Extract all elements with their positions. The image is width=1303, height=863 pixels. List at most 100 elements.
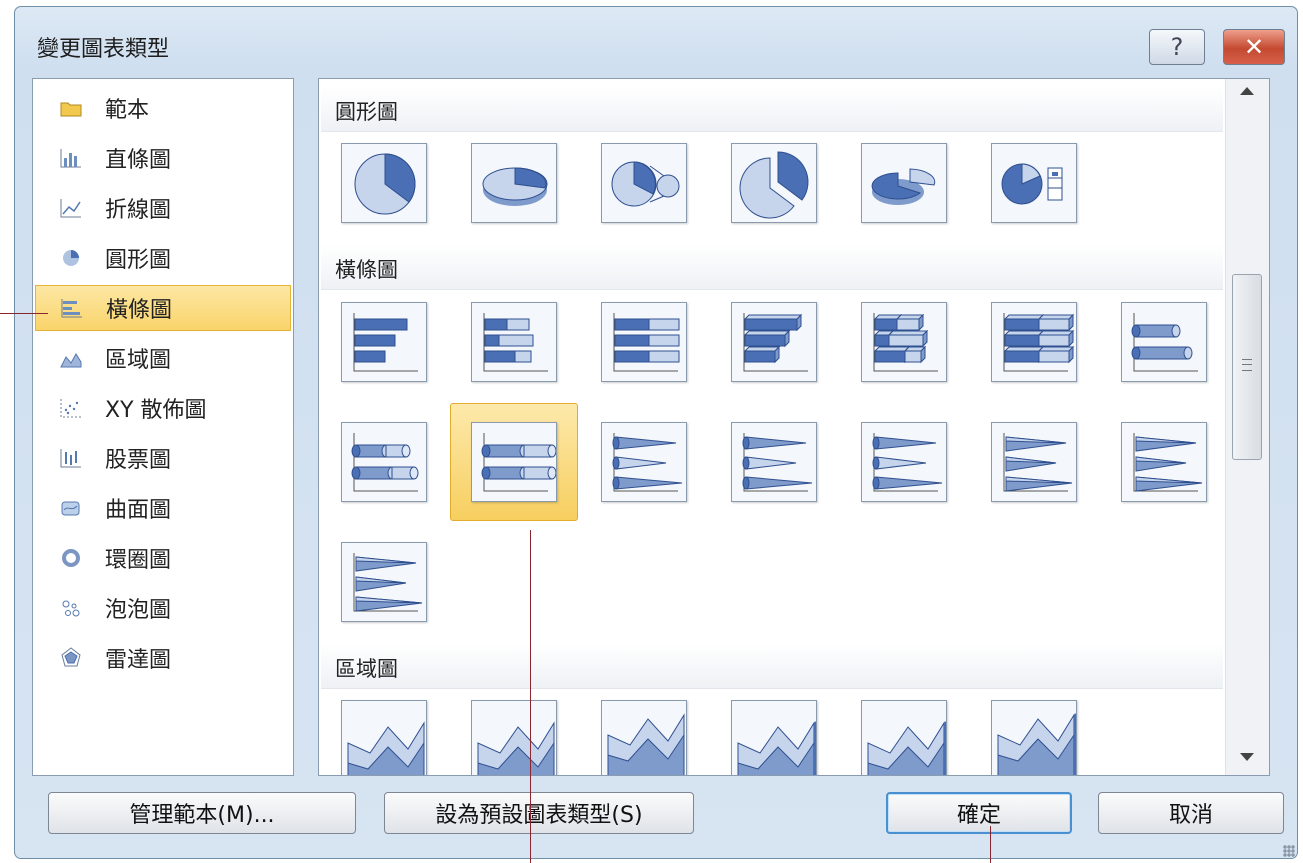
thumbnail-100-stacked-area-3d[interactable] (991, 700, 1077, 775)
thumbnail-area[interactable] (341, 700, 427, 775)
section-title: 圓形圖 (335, 100, 398, 124)
category-item-1[interactable]: 直條圖 (35, 135, 291, 181)
bar-chart-icon (60, 296, 84, 320)
area-chart-icon (59, 346, 83, 370)
100-stacked-cone-icon (872, 433, 943, 492)
thumbnail-100-stacked-bar[interactable] (601, 302, 687, 382)
category-label: 區域圖 (105, 348, 172, 373)
title-bar[interactable]: 變更圖表類型 ? ✕ (15, 7, 1297, 79)
radar-chart-icon (59, 646, 83, 670)
grip-icon (1242, 359, 1252, 371)
clustered-pyramid-icon (1003, 433, 1073, 492)
thumbnail-stacked-bar-3d[interactable] (861, 302, 947, 382)
thumbnail-100-stacked-area[interactable] (601, 700, 687, 775)
category-item-11[interactable]: 雷達圖 (35, 635, 291, 681)
category-label: XY 散佈圖 (105, 398, 207, 423)
100-stacked-area-3d-icon (997, 713, 1076, 775)
thumbnail-exploded-pie-3d[interactable] (861, 143, 947, 223)
category-label: 環圈圖 (105, 548, 172, 573)
surface-chart-icon (59, 496, 83, 520)
bubble-chart-icon (59, 596, 83, 620)
category-item-6[interactable]: XY 散佈圖 (35, 385, 291, 431)
category-item-5[interactable]: 區域圖 (35, 335, 291, 381)
thumbnail-100-stacked-pyramid[interactable] (341, 542, 427, 622)
area-3d-icon (737, 721, 816, 775)
category-label: 曲面圖 (105, 498, 172, 523)
thumbnail-stacked-pyramid[interactable] (1121, 422, 1207, 502)
thumbnail-stacked-bar[interactable] (471, 302, 557, 382)
thumbnail-clustered-pyramid[interactable] (991, 422, 1077, 502)
ok-button[interactable]: 確定 (886, 792, 1072, 834)
column-chart-icon (59, 146, 83, 170)
category-item-4[interactable]: 橫條圖 (35, 285, 291, 331)
category-item-2[interactable]: 折線圖 (35, 185, 291, 231)
stacked-area-3d-icon (867, 721, 946, 775)
set-default-chart-button[interactable]: 設為預設圖表類型(S) (384, 792, 694, 834)
clustered-cone-icon (612, 433, 683, 492)
section-title: 橫條圖 (335, 258, 398, 282)
stock-chart-icon (59, 446, 83, 470)
vertical-scrollbar[interactable] (1225, 79, 1269, 775)
manage-templates-button[interactable]: 管理範本(M)... (48, 792, 356, 834)
stacked-area-icon (477, 721, 555, 775)
clustered-bar-icon (353, 313, 418, 372)
category-item-3[interactable]: 圓形圖 (35, 235, 291, 281)
section-title: 區域圖 (335, 657, 398, 681)
pie-chart-icon (59, 246, 83, 270)
scrollbar-thumb[interactable] (1232, 274, 1262, 460)
pie-icon (354, 153, 416, 215)
category-label: 雷達圖 (105, 648, 172, 673)
thumbnail-stacked-area-3d[interactable] (861, 700, 947, 775)
thumbnail-pie-of-pie[interactable] (601, 143, 687, 223)
category-label: 股票圖 (105, 448, 172, 473)
100-stacked-bar-3d-icon (1003, 313, 1075, 372)
scroll-down-icon[interactable] (1240, 753, 1254, 761)
category-label: 折線圖 (105, 198, 172, 223)
pie-of-pie-icon (611, 161, 680, 207)
category-item-8[interactable]: 曲面圖 (35, 485, 291, 531)
cancel-button[interactable]: 取消 (1098, 792, 1284, 834)
area-icon (347, 721, 425, 775)
thumbnail-exploded-pie[interactable] (731, 143, 817, 223)
exploded-pie-3d-icon (871, 168, 936, 205)
thumbnail-stacked-area[interactable] (471, 700, 557, 775)
callout-line-subtype (530, 530, 531, 863)
category-item-0[interactable]: 範本 (35, 85, 291, 131)
stacked-bar-3d-icon (873, 313, 938, 372)
callout-line-ok (990, 826, 991, 863)
bar-of-pie-icon (1001, 163, 1063, 205)
thumbnail-pie[interactable] (341, 143, 427, 223)
thumbnail-clustered-bar-3d[interactable] (731, 302, 817, 382)
chart-category-list[interactable]: 範本 直條圖折線圖圓形圖橫條圖區域圖 XY 散佈圖 股票圖曲面圖環圈圖泡泡圖雷達圖 (32, 78, 294, 776)
close-button[interactable]: ✕ (1223, 29, 1285, 65)
thumbnail-area-3d[interactable] (731, 700, 817, 775)
clustered-cylinder-icon (1131, 313, 1198, 372)
stacked-cone-icon (742, 433, 813, 492)
thumbnail-bar-of-pie[interactable] (991, 143, 1077, 223)
help-button[interactable]: ? (1149, 29, 1205, 65)
close-icon: ✕ (1243, 33, 1265, 61)
pie-3d-icon (482, 167, 548, 206)
scroll-up-icon[interactable] (1240, 87, 1254, 95)
thumbnail-100-stacked-cone[interactable] (861, 422, 947, 502)
section-header: 圓形圖 (321, 87, 1223, 132)
thumbnail-100-stacked-cylinder[interactable] (471, 422, 557, 502)
thumbnail-stacked-cone[interactable] (731, 422, 817, 502)
category-item-7[interactable]: 股票圖 (35, 435, 291, 481)
clustered-bar-3d-icon (743, 313, 808, 372)
category-item-9[interactable]: 環圈圖 (35, 535, 291, 581)
category-item-10[interactable]: 泡泡圖 (35, 585, 291, 631)
100-stacked-cylinder-icon (481, 433, 556, 492)
chart-subtype-gallery[interactable]: 圓形圖 橫條圖 區域圖 (318, 78, 1270, 776)
thumbnail-pie-3d[interactable] (471, 143, 557, 223)
thumbnail-clustered-cone[interactable] (601, 422, 687, 502)
category-label: 橫條圖 (106, 298, 173, 323)
folder-icon (59, 96, 83, 120)
thumbnail-clustered-bar[interactable] (341, 302, 427, 382)
100-stacked-bar-icon (613, 313, 680, 372)
resize-grip-icon[interactable] (1283, 845, 1295, 857)
thumbnail-stacked-cylinder[interactable] (341, 422, 427, 502)
thumbnail-clustered-cylinder[interactable] (1121, 302, 1207, 382)
thumbnail-100-stacked-bar-3d[interactable] (991, 302, 1077, 382)
100-stacked-area-icon (607, 713, 685, 775)
